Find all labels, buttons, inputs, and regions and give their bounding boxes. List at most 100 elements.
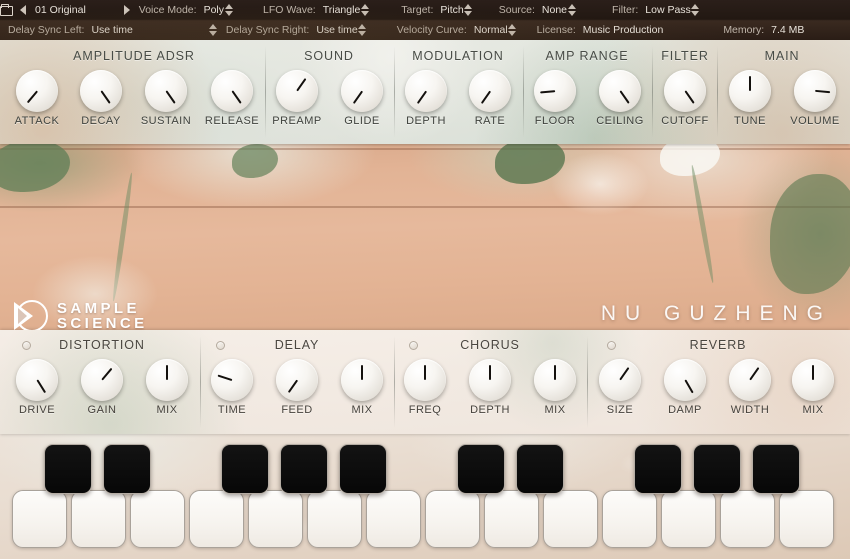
fx-enable-toggle-reverb[interactable]: [607, 341, 616, 350]
knob-indicator: [540, 90, 555, 94]
spinner-arrows-icon[interactable]: [464, 4, 473, 16]
knob-label: FEED: [281, 404, 312, 416]
knob-width[interactable]: WIDTH: [729, 359, 771, 401]
knob-release[interactable]: RELEASE: [211, 70, 253, 112]
white-key[interactable]: [130, 490, 185, 548]
black-key[interactable]: [103, 444, 151, 494]
knob-label: FREQ: [409, 404, 442, 416]
knob-indicator: [361, 365, 363, 380]
white-key[interactable]: [366, 490, 421, 548]
memory[interactable]: Memory:7.4 MB: [723, 20, 804, 40]
next-arrow-icon[interactable]: [124, 5, 130, 15]
white-key[interactable]: [189, 490, 244, 548]
spinner-arrows-icon[interactable]: [209, 24, 218, 36]
black-key[interactable]: [693, 444, 741, 494]
knob-depth[interactable]: DEPTH: [405, 70, 447, 112]
knob-glide[interactable]: GLIDE: [341, 70, 383, 112]
knob-tune[interactable]: TUNE: [729, 70, 771, 112]
knob-cap: [404, 359, 446, 401]
knob-volume[interactable]: VOLUME: [794, 70, 836, 112]
knob-indicator: [100, 90, 110, 104]
white-key[interactable]: [543, 490, 598, 548]
delay-sync-right[interactable]: Delay Sync Right:Use time: [226, 20, 358, 40]
black-key[interactable]: [44, 444, 92, 494]
black-key[interactable]: [634, 444, 682, 494]
white-key[interactable]: [661, 490, 716, 548]
knob-attack[interactable]: ATTACK: [16, 70, 58, 112]
knob-size[interactable]: SIZE: [599, 359, 641, 401]
knob-ceiling[interactable]: CEILING: [599, 70, 641, 112]
knob-sustain[interactable]: SUSTAIN: [145, 70, 187, 112]
knob-indicator: [101, 368, 112, 381]
virtual-keyboard[interactable]: [0, 434, 850, 559]
knob-mix[interactable]: MIX: [792, 359, 834, 401]
knob-drive[interactable]: DRIVE: [16, 359, 58, 401]
knob-mix[interactable]: MIX: [534, 359, 576, 401]
knob-indicator: [684, 90, 694, 104]
black-key[interactable]: [339, 444, 387, 494]
prev-arrow-icon[interactable]: [20, 5, 26, 15]
knob-indicator: [619, 367, 629, 381]
plugin-window: 01 Original Voice Mode:Poly LFO Wave:Trian…: [0, 0, 850, 559]
spinner-arrows-icon[interactable]: [567, 4, 576, 16]
knob-mix[interactable]: MIX: [341, 359, 383, 401]
voice-mode-label: Voice Mode:: [139, 4, 197, 16]
mod-source-label: Source:: [499, 4, 535, 16]
delay-sync-left[interactable]: Delay Sync Left:Use time: [8, 20, 133, 40]
white-key[interactable]: [12, 490, 67, 548]
knob-label: DEPTH: [406, 115, 446, 127]
white-key[interactable]: [720, 490, 775, 548]
knob-time[interactable]: TIME: [211, 359, 253, 401]
white-key[interactable]: [307, 490, 362, 548]
spinner-arrows-icon[interactable]: [224, 4, 233, 16]
knob-rate[interactable]: RATE: [469, 70, 511, 112]
white-key[interactable]: [484, 490, 539, 548]
knob-floor[interactable]: FLOOR: [534, 70, 576, 112]
filter-type[interactable]: Filter:Low Pass: [612, 0, 691, 20]
white-key[interactable]: [779, 490, 834, 548]
lfo-target[interactable]: Target:Pitch: [401, 0, 463, 20]
knob-decay[interactable]: DECAY: [80, 70, 122, 112]
spinner-arrows-icon[interactable]: [358, 24, 367, 36]
spinner-arrows-icon[interactable]: [508, 24, 517, 36]
knob-mix[interactable]: MIX: [146, 359, 188, 401]
fx-enable-toggle-delay[interactable]: [216, 341, 225, 350]
knob-preamp[interactable]: PREAMP: [276, 70, 318, 112]
mod-source[interactable]: Source:None: [499, 0, 567, 20]
folder-icon[interactable]: [0, 5, 13, 16]
knob-cap: [469, 70, 511, 112]
black-key[interactable]: [752, 444, 800, 494]
voice-mode[interactable]: Voice Mode:Poly: [139, 0, 224, 20]
license[interactable]: License:Music Production: [537, 20, 664, 40]
knob-damp[interactable]: DAMP: [664, 359, 706, 401]
knob-label: CEILING: [596, 115, 644, 127]
vine-decoration: [111, 172, 134, 301]
knob-cutoff[interactable]: CUTOFF: [664, 70, 706, 112]
white-key[interactable]: [71, 490, 126, 548]
fx-enable-toggle-distortion[interactable]: [22, 341, 31, 350]
play-circle-icon: [14, 299, 48, 330]
lfo-wave-label: LFO Wave:: [263, 4, 316, 16]
knob-cap: [729, 70, 771, 112]
black-key[interactable]: [457, 444, 505, 494]
lfo-target-label: Target:: [401, 4, 433, 16]
spinner-arrows-icon[interactable]: [691, 4, 700, 16]
white-key[interactable]: [425, 490, 480, 548]
black-key[interactable]: [221, 444, 269, 494]
black-key[interactable]: [280, 444, 328, 494]
black-key[interactable]: [516, 444, 564, 494]
vine-decoration: [690, 164, 716, 283]
white-key[interactable]: [248, 490, 303, 548]
spinner-arrows-icon[interactable]: [360, 4, 369, 16]
knob-feed[interactable]: FEED: [276, 359, 318, 401]
knob-indicator: [424, 365, 426, 380]
preset-name[interactable]: 01 Original: [35, 0, 86, 20]
lfo-wave[interactable]: LFO Wave:Triangle: [263, 0, 360, 20]
knob-depth[interactable]: DEPTH: [469, 359, 511, 401]
fx-enable-toggle-chorus[interactable]: [409, 341, 418, 350]
velocity-curve[interactable]: Velocity Curve:Normal: [397, 20, 508, 40]
knob-gain[interactable]: GAIN: [81, 359, 123, 401]
knob-freq[interactable]: FREQ: [404, 359, 446, 401]
knob-cap: [276, 70, 318, 112]
white-key[interactable]: [602, 490, 657, 548]
